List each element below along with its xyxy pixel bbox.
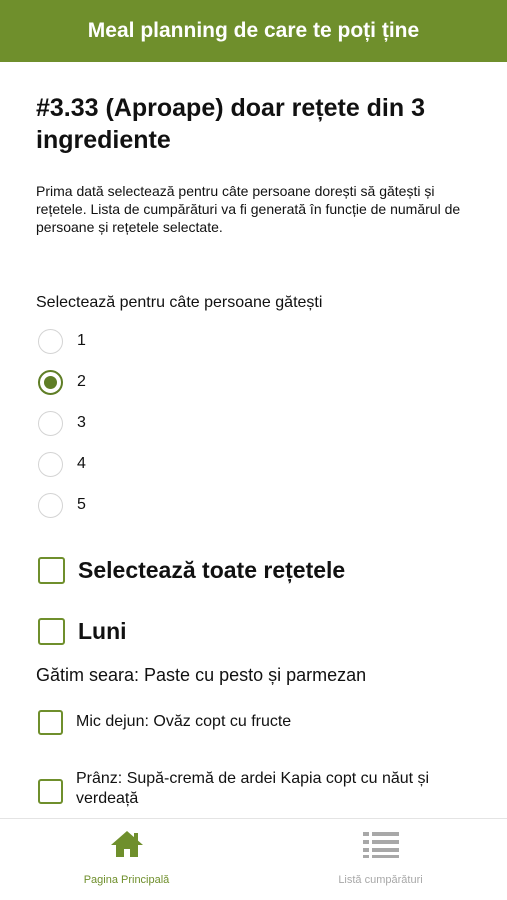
radio-label: 1: [77, 332, 86, 349]
header-title: Meal planning de care te poți ține: [87, 19, 420, 42]
tab-home-label: Pagina Principală: [83, 874, 170, 886]
evening-cooking-note: Gătim seara: Paste cu pesto și parmezan: [36, 665, 367, 685]
radio-option-1[interactable]: 1: [38, 328, 86, 354]
day-checkbox[interactable]: [38, 618, 65, 645]
tab-shopping-list-label: Listă cumpărături: [338, 874, 423, 886]
day-name[interactable]: Luni: [78, 618, 127, 645]
meal-label-lunch[interactable]: Prânz: Supă-cremă de ardei Kapia copt cu…: [76, 769, 476, 809]
radio-option-5[interactable]: 5: [38, 492, 86, 518]
radio-button-selected[interactable]: [38, 369, 63, 395]
list-icon: [362, 832, 399, 858]
radio-button[interactable]: [38, 492, 63, 518]
radio-option-4[interactable]: 4: [38, 451, 86, 477]
radio-option-3[interactable]: 3: [38, 410, 86, 436]
meal-label-breakfast[interactable]: Mic dejun: Ovăz copt cu fructe: [76, 712, 476, 732]
radio-button[interactable]: [38, 451, 63, 477]
page-title: #3.33 (Aproape) doar rețete din 3 ingred…: [36, 94, 426, 154]
select-all-checkbox[interactable]: [38, 557, 65, 584]
radio-button[interactable]: [38, 328, 63, 354]
bottom-tab-bar: Pagina Principală Listă cumpărături: [0, 818, 507, 900]
intro-text: Prima dată selectează pentru câte persoa…: [36, 183, 461, 235]
app-header: Meal planning de care te poți ține: [0, 0, 507, 62]
radio-dot: [44, 375, 57, 389]
radio-label: 5: [77, 496, 86, 513]
select-all-label[interactable]: Selectează toate rețetele: [78, 557, 345, 584]
tab-home[interactable]: Pagina Principală: [0, 819, 253, 900]
radio-button[interactable]: [38, 410, 63, 436]
home-icon: [110, 831, 143, 857]
tab-shopping-list[interactable]: Listă cumpărături: [254, 819, 507, 900]
persons-label: Selectează pentru câte persoane gătești: [36, 294, 323, 311]
radio-label: 2: [77, 373, 86, 390]
main-content[interactable]: #3.33 (Aproape) doar rețete din 3 ingred…: [0, 62, 507, 818]
radio-option-2[interactable]: 2: [38, 369, 86, 395]
radio-label: 4: [77, 455, 86, 472]
radio-label: 3: [77, 414, 86, 431]
meal-checkbox-breakfast[interactable]: [38, 710, 63, 735]
meal-checkbox-lunch[interactable]: [38, 779, 63, 804]
